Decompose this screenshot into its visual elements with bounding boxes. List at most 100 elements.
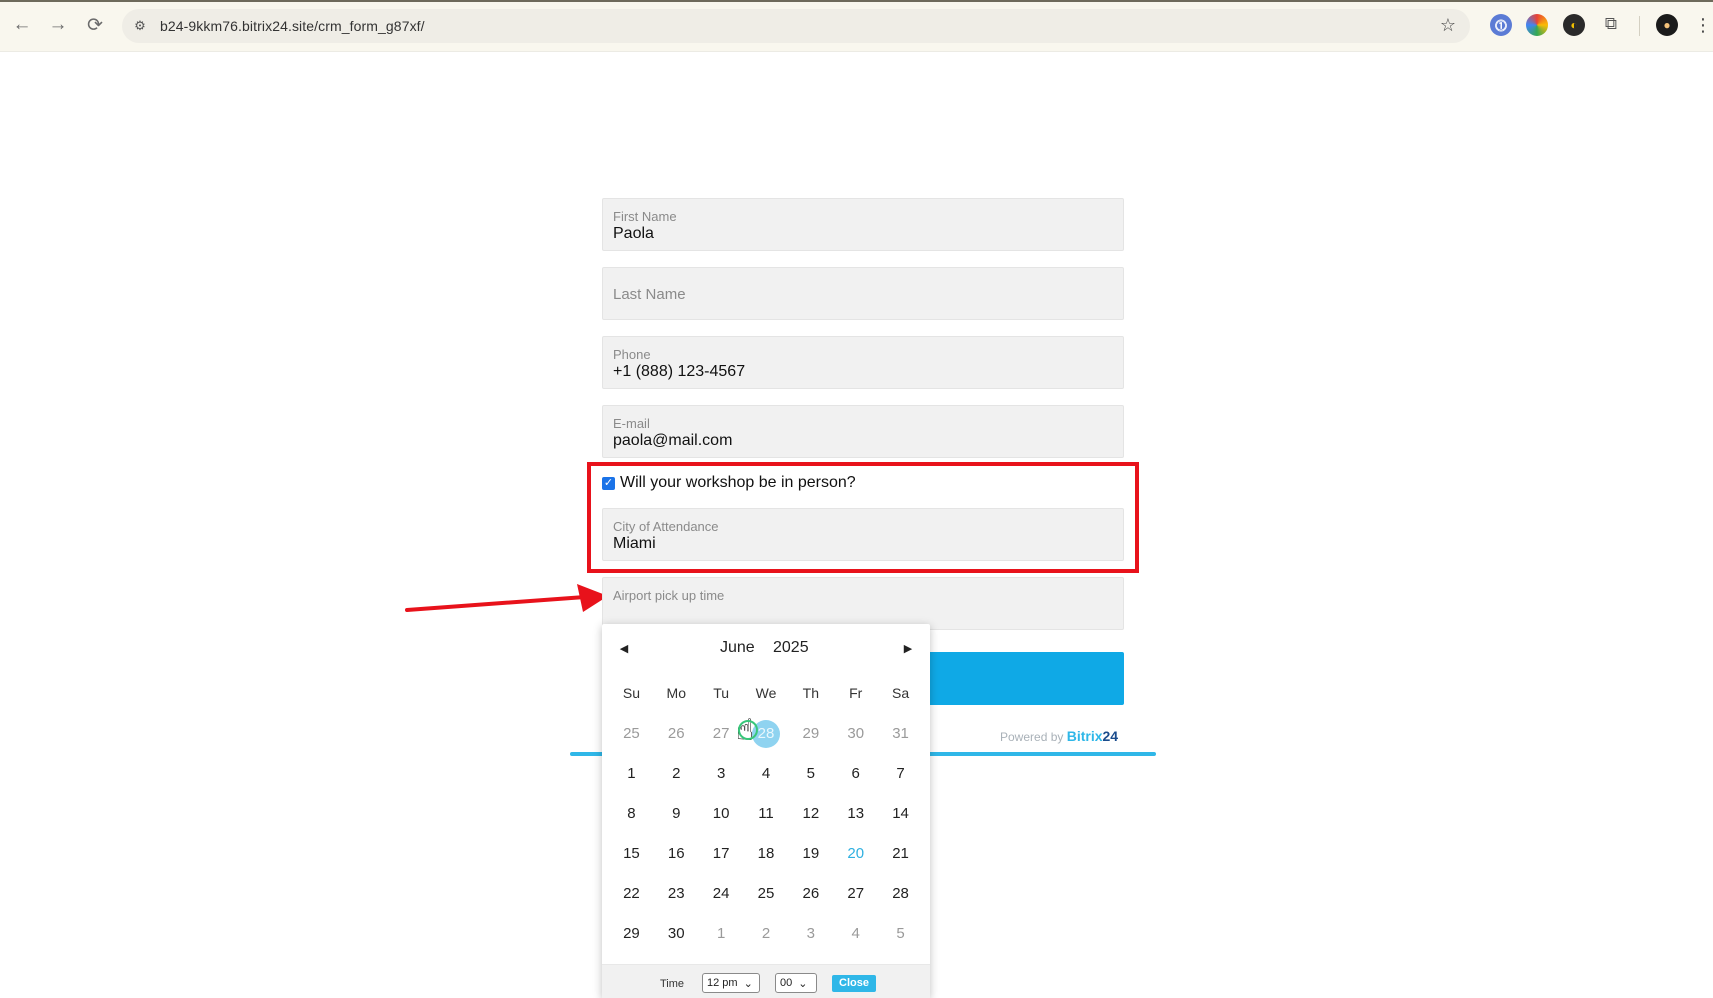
hand-pointer-cursor-icon: ☝ xyxy=(736,716,758,746)
password-manager-extension-icon[interactable]: ⓵ xyxy=(1490,14,1512,36)
calendar-day-number: 27 xyxy=(847,885,865,902)
calendar-day-number: 15 xyxy=(623,845,640,862)
calendar-day[interactable]: 30 xyxy=(654,914,699,954)
time-selector-bar: Time 12 pm ⌄ 00 ⌄ Close xyxy=(602,964,930,998)
calendar-day[interactable]: 13 xyxy=(833,794,878,834)
calendar-day[interactable]: 26 xyxy=(788,874,833,914)
in-person-checkbox-row[interactable]: ✓ Will your workshop be in person? xyxy=(602,474,856,492)
calendar-day[interactable]: 2 xyxy=(744,914,789,954)
next-month-icon[interactable]: ▶ xyxy=(900,640,916,656)
calendar-day[interactable]: 29 xyxy=(788,714,833,754)
phone-label: Phone xyxy=(613,347,651,362)
calendar-year[interactable]: 2025 xyxy=(773,639,809,657)
calendar-day-number: 4 xyxy=(851,925,860,942)
calendar-day-number: 5 xyxy=(806,765,816,782)
previous-month-icon[interactable]: ◀ xyxy=(616,640,632,656)
address-bar[interactable]: ⚙ b24-9kkm76.bitrix24.site/crm_form_g87x… xyxy=(122,9,1470,43)
extension-icon[interactable]: ◐ xyxy=(1563,14,1585,36)
calendar-day-number: 21 xyxy=(892,845,909,862)
calendar-day[interactable]: 6 xyxy=(833,754,878,794)
calendar-day-number: 4 xyxy=(761,765,771,782)
calendar-day[interactable]: 26 xyxy=(654,714,699,754)
calendar-day[interactable]: 4 xyxy=(833,914,878,954)
calendar-day[interactable]: 29 xyxy=(609,914,654,954)
first-name-field[interactable]: First Name Paola xyxy=(602,198,1124,251)
bitrix24-logo: Bitrix24 xyxy=(1066,728,1119,744)
reload-icon[interactable]: ⟳ xyxy=(82,12,108,38)
calendar-day[interactable]: 1 xyxy=(609,754,654,794)
avatar[interactable]: ● xyxy=(1656,14,1678,36)
calendar-day[interactable]: 16 xyxy=(654,834,699,874)
calendar-day-number: 12 xyxy=(802,805,820,822)
calendar-day[interactable]: 15 xyxy=(609,834,654,874)
calendar-day[interactable]: 19 xyxy=(788,834,833,874)
calendar-day[interactable]: 17 xyxy=(699,834,744,874)
site-settings-icon[interactable]: ⚙ xyxy=(130,16,150,36)
calendar-day[interactable]: 7 xyxy=(878,754,923,794)
city-field[interactable]: City of Attendance Miami xyxy=(602,508,1124,561)
calendar-day[interactable]: 5 xyxy=(878,914,923,954)
calendar-day[interactable]: 1 xyxy=(699,914,744,954)
calendar-day[interactable]: 31 xyxy=(878,714,923,754)
calendar-day[interactable]: 12 xyxy=(788,794,833,834)
calendar-month[interactable]: June xyxy=(720,639,755,657)
calendar-day[interactable]: 10 xyxy=(699,794,744,834)
calendar-day[interactable]: 30 xyxy=(833,714,878,754)
powered-by-bitrix24[interactable]: Powered by Bitrix24 xyxy=(1000,728,1118,744)
minute-select[interactable]: 00 ⌄ xyxy=(775,973,817,993)
calendar-day[interactable]: 24 xyxy=(699,874,744,914)
in-person-label: Will your workshop be in person? xyxy=(620,474,856,491)
calendar-day[interactable]: 22 xyxy=(609,874,654,914)
first-name-value[interactable]: Paola xyxy=(613,225,654,243)
close-button[interactable]: Close xyxy=(832,975,876,992)
calendar-day-today[interactable]: 20 xyxy=(833,834,878,874)
calendar-day[interactable]: 25 xyxy=(609,714,654,754)
star-icon[interactable]: ☆ xyxy=(1440,15,1456,36)
calendar-day[interactable]: 28 xyxy=(878,874,923,914)
phone-field[interactable]: Phone +1 (888) 123-4567 xyxy=(602,336,1124,389)
in-person-checkbox[interactable]: ✓ xyxy=(602,476,615,490)
weekday-label: Fr xyxy=(849,685,863,701)
airport-pickup-time-label: Airport pick up time xyxy=(613,588,725,603)
hour-select[interactable]: 12 pm ⌄ xyxy=(702,973,760,993)
calendar-day-number: 30 xyxy=(667,925,685,942)
calendar-day[interactable]: 11 xyxy=(744,794,789,834)
kebab-menu-icon[interactable]: ⋮ xyxy=(1690,12,1713,38)
calendar-day[interactable]: 14 xyxy=(878,794,923,834)
calendar-day[interactable]: 3 xyxy=(699,754,744,794)
calendar-day[interactable]: 25 xyxy=(744,874,789,914)
phone-value[interactable]: +1 (888) 123-4567 xyxy=(613,363,745,381)
calendar-day-number: 2 xyxy=(761,925,771,942)
email-value[interactable]: paola@mail.com xyxy=(613,432,732,450)
weekday-label: We xyxy=(755,685,777,701)
calendar-day[interactable]: 27 xyxy=(833,874,878,914)
calendar-day-number: 29 xyxy=(802,725,820,742)
airport-pickup-time-field[interactable]: Airport pick up time xyxy=(602,577,1124,630)
calendar-day[interactable]: 8 xyxy=(609,794,654,834)
calendar-day[interactable]: 2 xyxy=(654,754,699,794)
url-text[interactable]: b24-9kkm76.bitrix24.site/crm_form_g87xf/ xyxy=(160,18,425,34)
forward-arrow-icon[interactable]: → xyxy=(45,12,71,38)
weekday-label: Sa xyxy=(892,685,910,701)
date-picker-popup[interactable]: ◀ June 2025 ▶ Su Mo Tu We Th Fr Sa 25 26 27 28 29 3… xyxy=(602,624,930,998)
calendar-day[interactable]: 18 xyxy=(744,834,789,874)
calendar-day[interactable]: 5 xyxy=(788,754,833,794)
calendar-day-number: 20 xyxy=(847,845,865,862)
calendar-day[interactable]: 3 xyxy=(788,914,833,954)
city-value[interactable]: Miami xyxy=(613,535,656,553)
calendar-day-number: 31 xyxy=(892,725,909,742)
calendar-day[interactable]: 21 xyxy=(878,834,923,874)
puzzle-extensions-icon[interactable]: ⧉ xyxy=(1598,11,1624,37)
color-extension-icon[interactable] xyxy=(1526,14,1548,36)
first-name-label: First Name xyxy=(613,209,677,224)
back-arrow-icon[interactable]: ← xyxy=(9,12,35,38)
calendar-day-number: 26 xyxy=(802,885,820,902)
last-name-field[interactable]: Last Name xyxy=(602,267,1124,320)
calendar-day[interactable]: 9 xyxy=(654,794,699,834)
calendar-day[interactable]: 4 xyxy=(744,754,789,794)
last-name-placeholder: Last Name xyxy=(613,286,686,303)
email-field[interactable]: E-mail paola@mail.com xyxy=(602,405,1124,458)
calendar-day[interactable]: 23 xyxy=(654,874,699,914)
email-label: E-mail xyxy=(613,416,650,431)
calendar-day-number: 2 xyxy=(672,765,681,782)
